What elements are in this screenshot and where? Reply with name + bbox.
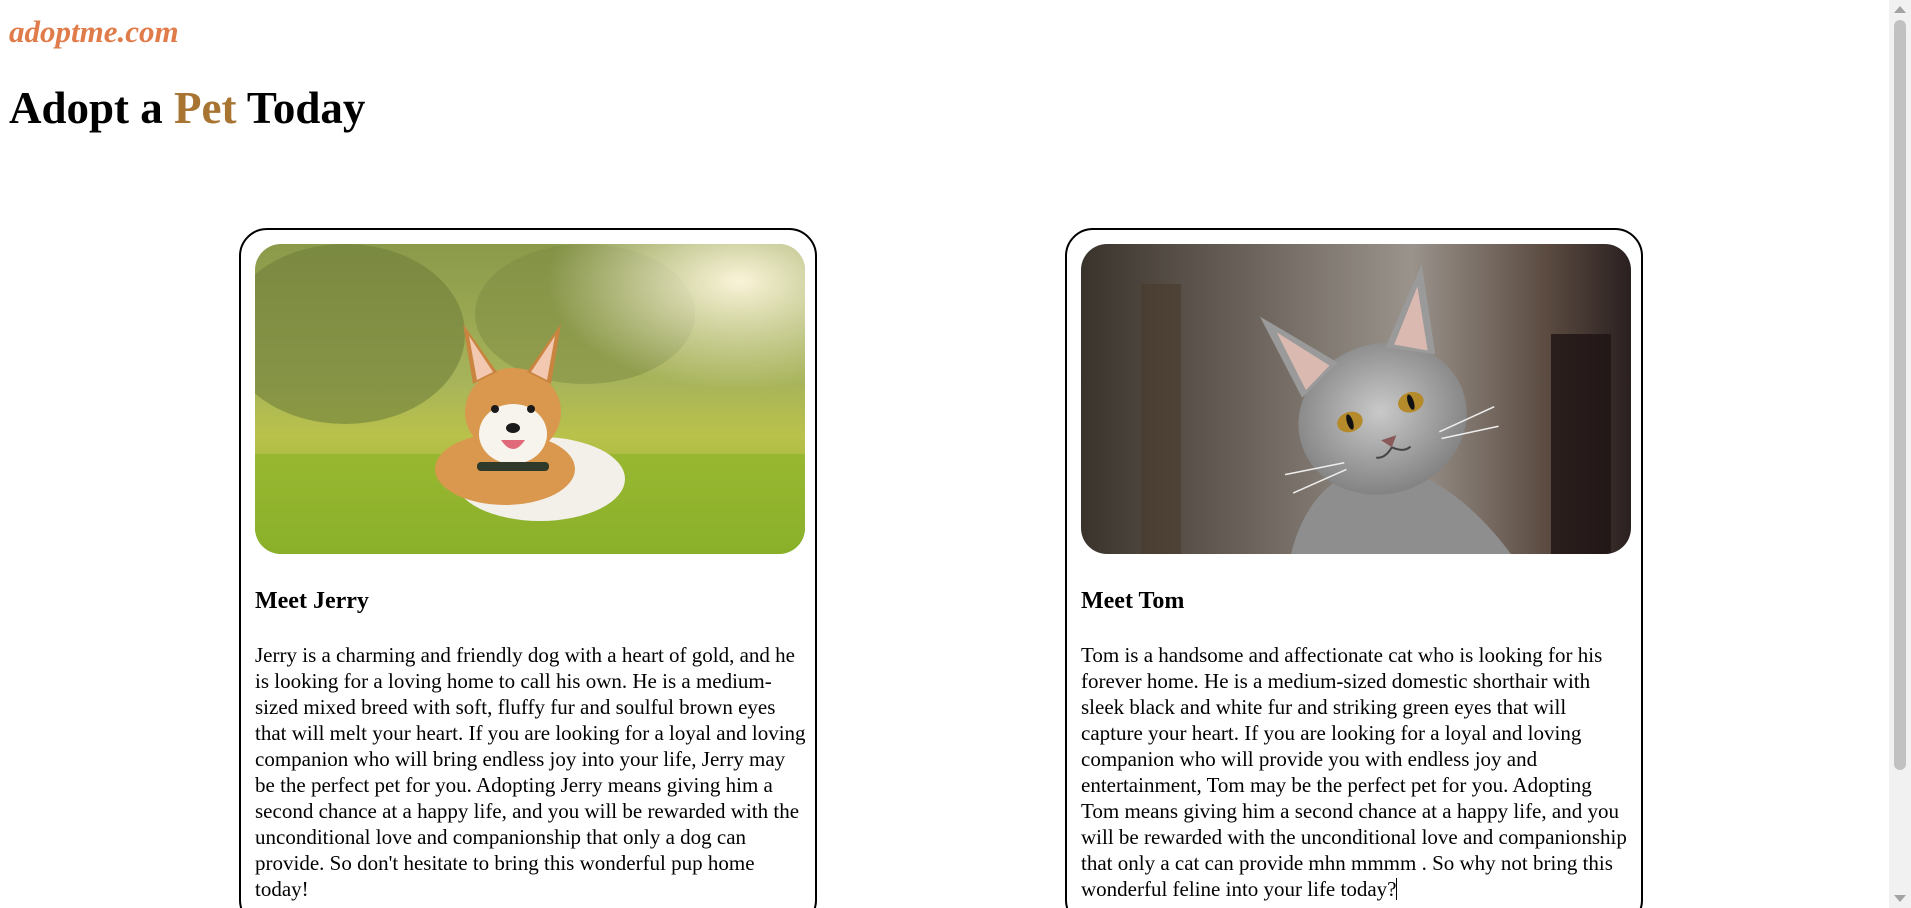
pet-description-tom[interactable]: Tom is a handsome and affectionate cat w…	[1081, 642, 1633, 902]
text-cursor	[1396, 878, 1398, 900]
headline-accent: Pet	[174, 83, 237, 133]
scrollbar-thumb[interactable]	[1894, 20, 1906, 770]
vertical-scrollbar[interactable]	[1889, 0, 1911, 908]
pet-title-tom: Meet Tom	[1081, 588, 1185, 614]
pet-description-jerry: Jerry is a charming and friendly dog wit…	[255, 643, 806, 901]
pet-card-tom: Meet Tom Tom is a handsome and affection…	[1065, 228, 1643, 908]
page: adoptme.com Adopt a Pet Today Meet Jerry…	[0, 0, 1911, 908]
scroll-down-arrow-icon[interactable]	[1894, 895, 1906, 902]
pet-description-tom-text: Tom is a handsome and affectionate cat w…	[1081, 643, 1627, 901]
pet-card-jerry: Meet Jerry Jerry is a charming and frien…	[239, 228, 817, 908]
site-logo[interactable]: adoptme.com	[9, 14, 179, 50]
scroll-up-arrow-icon[interactable]	[1894, 6, 1906, 13]
cat-photo	[1081, 244, 1631, 554]
pet-title-jerry: Meet Jerry	[255, 588, 369, 614]
corgi-photo	[255, 244, 805, 554]
headline-part-2: Today	[236, 83, 366, 133]
page-title: Adopt a Pet Today	[9, 80, 365, 136]
headline-part-1: Adopt a	[9, 83, 175, 133]
